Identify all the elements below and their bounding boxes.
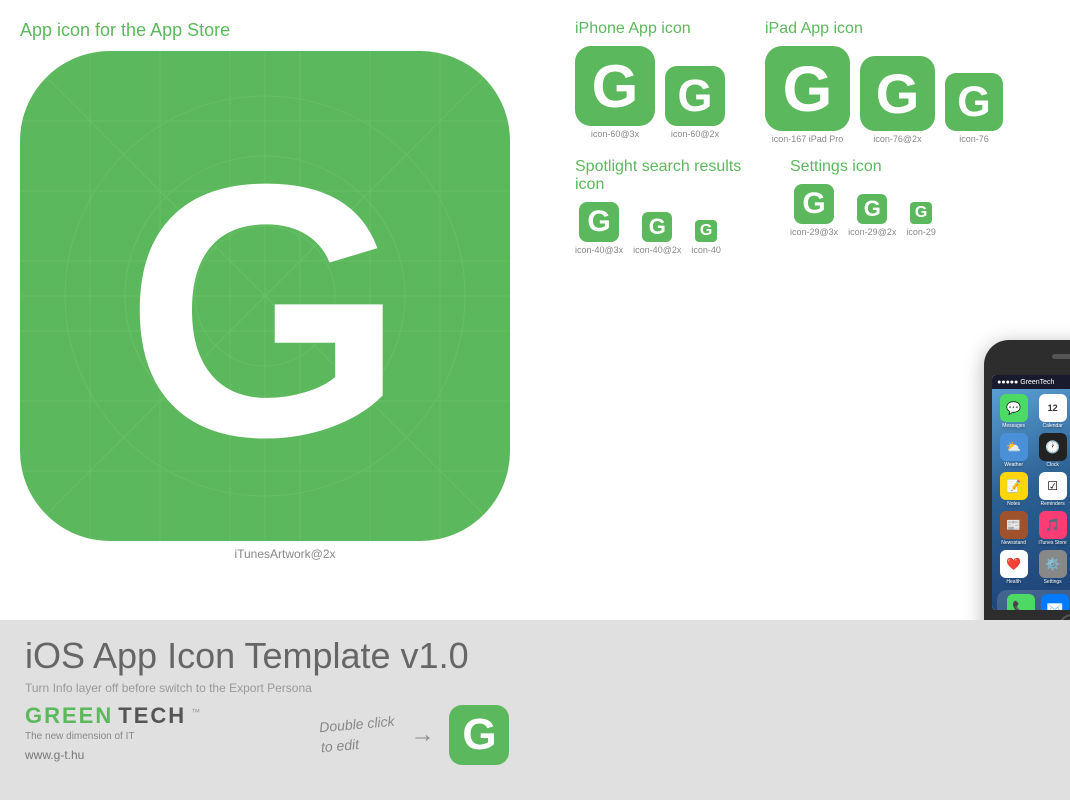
spotlight-title: Spotlight search results icon bbox=[575, 158, 775, 194]
icon-label-60-3x: icon-60@3x bbox=[591, 129, 639, 139]
app-reminders: ☑ Reminders bbox=[1035, 472, 1070, 507]
icon-item-40-2x: G icon-40@2x bbox=[633, 212, 681, 255]
app-health: ❤️ Health bbox=[996, 550, 1031, 585]
app-calendar: 12 Calendar bbox=[1035, 394, 1070, 429]
app-notes: 📝 Notes bbox=[996, 472, 1031, 507]
app-weather: ⛅ Weather bbox=[996, 433, 1031, 468]
icon-item-60-3x: G icon-60@3x bbox=[575, 46, 655, 139]
brand-tm: ™ bbox=[191, 707, 200, 717]
app-itunes: 🎵 iTunes Store bbox=[1035, 511, 1070, 546]
g-icon-40-3x: G bbox=[579, 202, 619, 242]
big-icon-title: App icon for the App Store bbox=[20, 20, 550, 41]
phone-speaker bbox=[1052, 354, 1070, 359]
brand-tagline: The new dimension of IT bbox=[25, 731, 1045, 742]
arrow-icon: → bbox=[410, 721, 434, 749]
footer-area: iOS App Icon Template v1.0 Turn Info lay… bbox=[0, 620, 1070, 800]
footer-content: iOS App Icon Template v1.0 Turn Info lay… bbox=[0, 620, 1070, 800]
app-messages: 💬 Messages bbox=[996, 394, 1031, 429]
g-icon-60-2x: G bbox=[665, 66, 725, 126]
g-icon-29-3x: G bbox=[794, 184, 834, 224]
g-icon-29: G bbox=[910, 202, 932, 224]
dbl-click-text: Double click to edit bbox=[318, 712, 397, 758]
ipad-section: iPad App icon G icon-167 iPad Pro G icon… bbox=[765, 20, 1060, 150]
icon-label-76: icon-76 bbox=[959, 134, 989, 144]
ipad-icon-row: G icon-167 iPad Pro G icon-76@2x G icon-… bbox=[765, 46, 1060, 144]
iphone-section-title: iPhone App icon bbox=[575, 20, 750, 38]
icon-item-40-3x: G icon-40@3x bbox=[575, 202, 623, 255]
icon-item-29-3x: G icon-29@3x bbox=[790, 184, 838, 237]
spotlight-section: Spotlight search results icon G icon-40@… bbox=[575, 158, 775, 261]
iphone-icon-row: G icon-60@3x G icon-60@2x bbox=[575, 46, 750, 139]
footer-title: iOS App Icon Template v1.0 bbox=[25, 635, 1045, 677]
g-icon-40-2x: G bbox=[642, 212, 672, 242]
big-icon-label: iTunesArtwork@2x bbox=[20, 547, 550, 561]
icon-label-40: icon-40 bbox=[691, 245, 721, 255]
app-newsstand: 📰 Newsstand bbox=[996, 511, 1031, 546]
icon-label-40-2x: icon-40@2x bbox=[633, 245, 681, 255]
big-icon-section: App icon for the App Store bbox=[20, 20, 550, 561]
settings-title: Settings icon bbox=[790, 158, 1060, 176]
settings-icon-row: G icon-29@3x G icon-29@2x G icon-29 bbox=[790, 184, 1060, 237]
iphone-mockup: ●●●●● GreenTech 9:41 AM ⬜ 💬 Mess bbox=[984, 340, 1070, 650]
g-icon-76: G bbox=[945, 73, 1003, 131]
brand-green: GREEN bbox=[25, 703, 113, 729]
g-icon-76-2x: G bbox=[860, 56, 935, 131]
footer-url: www.g-t.hu bbox=[25, 748, 1045, 762]
g-icon-60-3x: G bbox=[575, 46, 655, 126]
icon-item-29: G icon-29 bbox=[906, 202, 936, 237]
big-app-icon: G bbox=[20, 51, 510, 541]
right-section: iPhone App icon G icon-60@3x G icon-60@2… bbox=[575, 20, 1060, 271]
carrier-text: ●●●●● GreenTech bbox=[997, 379, 1054, 386]
icon-item-167: G icon-167 iPad Pro bbox=[765, 46, 850, 144]
footer-g-icon[interactable]: G bbox=[449, 705, 509, 765]
app-grid: 💬 Messages 12 Calendar 🌸 Photos bbox=[992, 389, 1070, 590]
icon-item-60-2x: G icon-60@2x bbox=[665, 66, 725, 139]
icon-item-76-2x: G icon-76@2x bbox=[860, 56, 935, 144]
icon-label-29: icon-29 bbox=[906, 227, 936, 237]
icon-label-40-3x: icon-40@3x bbox=[575, 245, 623, 255]
app-settings2: ⚙️ Settings bbox=[1035, 550, 1070, 585]
settings-section: Settings icon G icon-29@3x G icon-29@2x … bbox=[790, 158, 1060, 261]
iphone-screen: ●●●●● GreenTech 9:41 AM ⬜ 💬 Mess bbox=[992, 375, 1070, 610]
dbl-click-section: Double click to edit → G bbox=[320, 705, 509, 765]
iphone-screen-content: ●●●●● GreenTech 9:41 AM ⬜ 💬 Mess bbox=[992, 375, 1070, 610]
iphone-section: iPhone App icon G icon-60@3x G icon-60@2… bbox=[575, 20, 750, 150]
icon-item-29-2x: G icon-29@2x bbox=[848, 194, 896, 237]
footer-subtitle: Turn Info layer off before switch to the… bbox=[25, 681, 1045, 695]
ipad-section-title: iPad App icon bbox=[765, 20, 1060, 38]
icon-label-167: icon-167 iPad Pro bbox=[772, 134, 844, 144]
icon-item-40: G icon-40 bbox=[691, 220, 721, 255]
g-icon-29-2x: G bbox=[857, 194, 887, 224]
icon-label-60-2x: icon-60@2x bbox=[671, 129, 719, 139]
big-g-letter: G bbox=[125, 101, 405, 491]
g-icon-167: G bbox=[765, 46, 850, 131]
icon-label-76-2x: icon-76@2x bbox=[873, 134, 921, 144]
app-clock: 🕐 Clock bbox=[1035, 433, 1070, 468]
spotlight-icon-row: G icon-40@3x G icon-40@2x G icon-40 bbox=[575, 202, 775, 255]
icon-label-29-2x: icon-29@2x bbox=[848, 227, 896, 237]
dbl-click-line2: to edit bbox=[320, 736, 359, 755]
icon-label-29-3x: icon-29@3x bbox=[790, 227, 838, 237]
icon-item-76: G icon-76 bbox=[945, 73, 1003, 144]
g-icon-40: G bbox=[695, 220, 717, 242]
dbl-click-line1: Double click bbox=[319, 713, 396, 736]
brand-tech: TECH bbox=[118, 703, 186, 729]
iphone-status-bar: ●●●●● GreenTech 9:41 AM ⬜ bbox=[992, 375, 1070, 389]
